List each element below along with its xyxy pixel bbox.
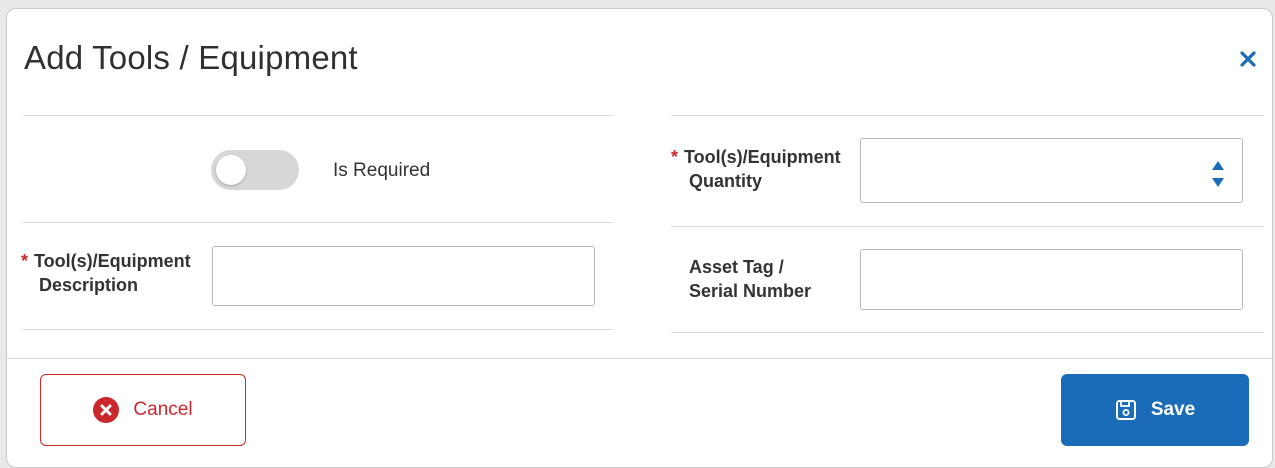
save-button[interactable]: Save bbox=[1061, 374, 1249, 446]
required-asterisk: * bbox=[21, 251, 29, 271]
is-required-label: Is Required bbox=[333, 160, 431, 181]
cancel-button[interactable]: Cancel bbox=[40, 374, 246, 446]
add-tools-equipment-dialog: Add Tools / Equipment Is Required * Tool(… bbox=[6, 8, 1273, 468]
description-field[interactable] bbox=[212, 246, 595, 306]
asset-tag-label: Asset Tag / Serial Number bbox=[689, 257, 812, 301]
floppy-disk-icon bbox=[1115, 399, 1137, 421]
toggle-knob bbox=[216, 155, 246, 185]
save-label: Save bbox=[1150, 399, 1196, 420]
is-required-toggle[interactable] bbox=[211, 150, 299, 190]
times-circle-icon bbox=[93, 397, 120, 423]
quantity-label: * Tool(s)/Equipment Quantity bbox=[671, 147, 841, 191]
divider bbox=[23, 115, 613, 116]
divider bbox=[671, 115, 1264, 116]
divider bbox=[671, 226, 1264, 227]
dialog-title: Add Tools / Equipment bbox=[24, 39, 358, 76]
divider bbox=[23, 329, 613, 330]
description-label: * Tool(s)/Equipment Description bbox=[21, 251, 191, 295]
asset-tag-field[interactable] bbox=[860, 249, 1243, 310]
divider bbox=[671, 332, 1264, 333]
footer-divider bbox=[7, 358, 1272, 359]
close-icon[interactable] bbox=[1238, 49, 1258, 69]
divider bbox=[23, 222, 613, 223]
quantity-field[interactable] bbox=[860, 138, 1243, 203]
required-asterisk: * bbox=[671, 147, 679, 167]
cancel-label: Cancel bbox=[133, 399, 193, 420]
